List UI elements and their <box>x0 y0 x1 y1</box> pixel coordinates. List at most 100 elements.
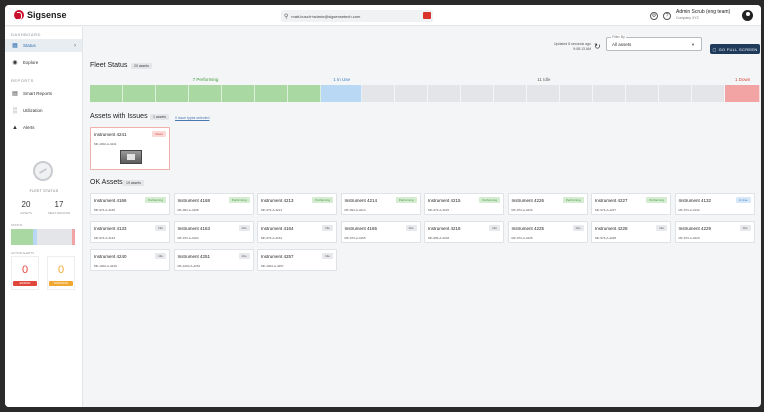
search-input[interactable]: ⚲ matt.busch+admin@sigsensetech.com <box>281 10 433 22</box>
asset-cell[interactable] <box>494 85 528 102</box>
asset-serial: MF-973-A-4132 <box>678 208 700 212</box>
asset-name: Instrument 4133 <box>94 226 127 231</box>
asset-cell[interactable] <box>90 85 123 102</box>
asset-cell[interactable] <box>659 85 693 102</box>
asset-card[interactable]: Instrument 4229 Idle MF-973-A-4229 <box>674 221 755 243</box>
asset-serial: MF-973-A-4225 <box>511 236 533 240</box>
sidebar-item-label: Alerts <box>23 125 35 130</box>
status-badge: Performing <box>228 197 250 203</box>
asset-cell[interactable] <box>725 85 760 102</box>
warning-alert-card[interactable]: 0 WARNING <box>47 256 75 290</box>
filter-select[interactable]: Filter By All assets ▼ <box>606 35 702 51</box>
asset-name: Instrument 4226 <box>511 198 545 203</box>
asset-cell[interactable] <box>428 85 462 102</box>
asset-card[interactable]: Instrument 4165 Idle MF-973-A-4165 <box>340 221 421 243</box>
fleet-status-title: FLEET STATUS <box>29 189 59 193</box>
performing-segment[interactable] <box>90 85 322 102</box>
asset-serial: MF-995-A-4218 <box>428 236 450 240</box>
asset-card[interactable]: Instrument 4215 Performing MF-973-A-4215 <box>424 193 504 215</box>
asset-cell[interactable] <box>123 85 156 102</box>
dashboard-section-header: DASHBOARD <box>11 32 41 37</box>
warning-count: 0 <box>57 264 65 276</box>
avatar-icon[interactable] <box>742 10 753 21</box>
asset-cell[interactable] <box>255 85 288 102</box>
status-badge: Idle <box>238 225 250 231</box>
asset-cell[interactable] <box>362 85 396 102</box>
sidebar-item-smart-reports[interactable]: ▤ Smart Reports <box>5 87 82 100</box>
asset-card[interactable]: Instrument 4227 Performing MF-973-A-4227 <box>591 193 671 215</box>
down-segment[interactable] <box>725 85 760 102</box>
brand-logo[interactable]: Sigsense <box>14 10 67 20</box>
status-badge: Down <box>152 131 166 137</box>
asset-cell[interactable] <box>395 85 429 102</box>
asset-cell[interactable] <box>692 85 726 102</box>
asset-card[interactable]: Instrument 4214 Performing MF-994-A-4214 <box>340 193 421 215</box>
asset-cell[interactable] <box>560 85 594 102</box>
in-use-segment[interactable] <box>321 85 363 102</box>
caret-down-icon: ▼ <box>691 42 695 47</box>
sidebar-item-status[interactable]: ▦ Status › <box>5 39 82 52</box>
main-content: Updated 8 seconds ago 9:08:13 AM ↻ Filte… <box>83 27 761 407</box>
asset-serial: MF-973-A-4163 <box>177 236 199 240</box>
asset-serial: MF-1002-A-4240 <box>94 264 117 268</box>
issue-asset-card[interactable]: Instrument 4241 Down MF-1002-A-4241 <box>90 127 170 170</box>
status-badge: Idle <box>322 225 333 231</box>
asset-cell[interactable] <box>321 85 363 102</box>
status-badge: Idle <box>155 253 166 259</box>
assets-label: ASSETS <box>20 211 32 215</box>
chat-icon[interactable] <box>423 12 431 19</box>
asset-cell[interactable] <box>527 85 561 102</box>
refresh-icon[interactable]: ↻ <box>594 42 601 51</box>
user-company: Company XYZ <box>676 16 699 20</box>
asset-card[interactable]: Instrument 4218 Idle MF-995-A-4218 <box>424 221 504 243</box>
help-icon[interactable]: ? <box>663 12 671 20</box>
asset-card[interactable]: Instrument 4168 Performing MF-994-A-4168 <box>173 193 254 215</box>
full-screen-label: GO FULL SCREEN <box>718 46 758 52</box>
asset-cell[interactable] <box>593 85 627 102</box>
asset-cell[interactable] <box>156 85 189 102</box>
filter-label: Filter By <box>611 35 626 39</box>
asset-name: Instrument 4214 <box>344 198 378 203</box>
asset-card[interactable]: Instrument 4213 Performing MF-973-A-4213 <box>257 193 337 215</box>
asset-cell[interactable] <box>626 85 660 102</box>
asset-card[interactable]: Instrument 4257 Idle MF-1002-A-4257 <box>257 249 337 271</box>
status-badge: Performing <box>479 197 500 203</box>
asset-name: Instrument 4213 <box>261 198 294 203</box>
asset-cell[interactable] <box>288 85 321 102</box>
asset-card[interactable]: Instrument 4251 Idle MF-1002-A-4251 <box>173 249 254 271</box>
error-alert-card[interactable]: 0 ERROR <box>11 256 39 290</box>
asset-name: Instrument 4241 <box>94 132 127 137</box>
asset-card[interactable]: Instrument 4228 Idle MF-973-A-4228 <box>591 221 671 243</box>
error-tag: ERROR <box>13 281 37 286</box>
asset-card[interactable]: Instrument 4133 Idle MF-973-A-4133 <box>90 221 170 243</box>
asset-cell[interactable] <box>461 85 495 102</box>
full-screen-button[interactable]: ▢ GO FULL SCREEN <box>710 44 760 54</box>
asset-card[interactable]: Instrument 4226 Performing MF-973-A-4226 <box>507 193 588 215</box>
meet-demand-count: 17 <box>54 200 64 209</box>
asset-name: Instrument 4163 <box>177 226 211 231</box>
asset-card[interactable]: Instrument 4166 Performing MF-973-A-4166 <box>90 193 170 215</box>
asset-card[interactable]: Instrument 4132 In Use MF-973-A-4132 <box>674 193 755 215</box>
fleet-status-bar[interactable] <box>90 85 760 102</box>
sidebar-item-explore[interactable]: ◉ Explore <box>5 56 82 69</box>
sidebar-item-alerts[interactable]: ▲ Alerts <box>5 121 82 134</box>
issues-heading: Assets with Issues <box>90 113 148 120</box>
status-badge: Idle <box>155 225 166 231</box>
idle-segment[interactable] <box>362 85 726 102</box>
asset-card[interactable]: Instrument 4163 Idle MF-973-A-4163 <box>173 221 254 243</box>
performing-label: 7 Performing <box>192 77 219 82</box>
asset-serial: MF-973-A-4227 <box>595 208 617 212</box>
warning-icon: ▲ <box>12 124 18 131</box>
asset-cell[interactable] <box>189 85 222 102</box>
status-badge: Performing <box>145 197 166 203</box>
sidebar-item-utilization[interactable]: ░ Utilization <box>5 104 82 117</box>
asset-card[interactable]: Instrument 4240 Idle MF-1002-A-4240 <box>90 249 170 271</box>
issue-types-link[interactable]: 0 issue types selected <box>175 116 209 120</box>
asset-cell[interactable] <box>222 85 255 102</box>
ok-assets-heading: OK Assets <box>90 179 123 186</box>
mini-performing-segment <box>11 229 34 245</box>
asset-card[interactable]: Instrument 4225 Idle MF-973-A-4225 <box>507 221 588 243</box>
gear-icon[interactable]: ⚙ <box>650 12 658 20</box>
asset-card[interactable]: Instrument 4164 Idle MF-973-A-4164 <box>257 221 337 243</box>
status-badge: Idle <box>238 253 250 259</box>
